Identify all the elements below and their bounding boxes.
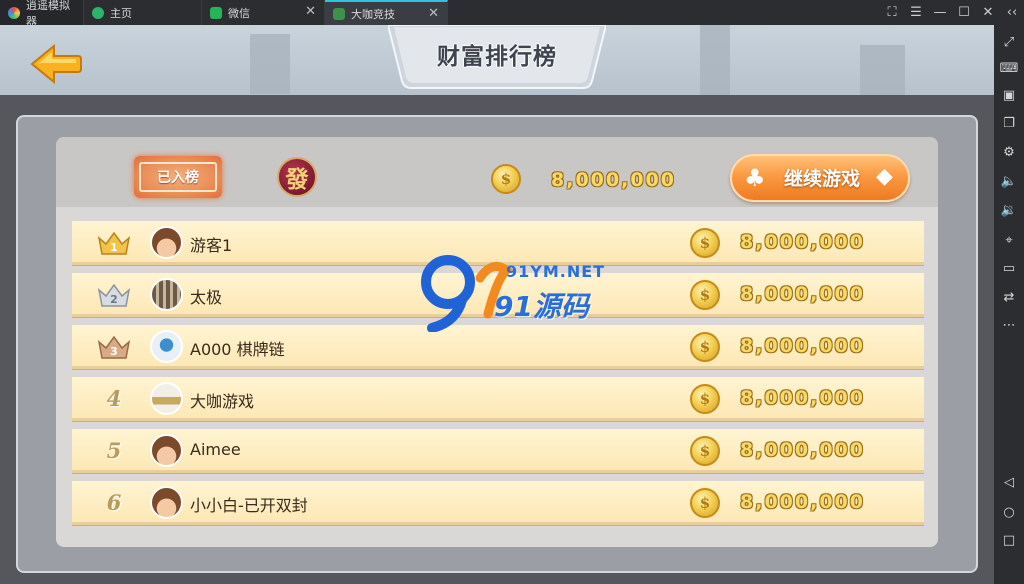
android-home-icon[interactable]: ○ — [994, 502, 1024, 522]
player-coins: 8,000,000 — [740, 439, 865, 461]
multi-window-icon[interactable]: ❐ — [994, 113, 1024, 133]
location-icon[interactable]: ⌖ — [994, 230, 1024, 250]
folder-icon[interactable]: ▭ — [994, 258, 1024, 278]
player-coins: 8,000,000 — [740, 491, 865, 513]
tab-game-label: 大咖竞技 — [351, 7, 395, 21]
watermark-url: 91YM.NET — [506, 262, 606, 281]
club-icon: ♣ — [744, 164, 766, 192]
coin-icon: $ — [690, 436, 720, 466]
skyline-building — [250, 34, 290, 94]
avatar — [150, 486, 183, 519]
player-name: Aimee — [190, 440, 241, 459]
skyline-building — [700, 25, 730, 95]
my-coin-amount: 8,000,000 — [551, 169, 676, 191]
joined-badge: 已入榜 — [134, 156, 222, 198]
maximize-icon[interactable]: ☐ — [952, 0, 976, 25]
skyline-building — [860, 45, 905, 95]
ranking-row[interactable]: 6 小小白-已开双封 $ 8,000,000 — [72, 481, 924, 525]
android-recents-icon[interactable]: □ — [994, 530, 1024, 550]
close-icon[interactable]: ✕ — [976, 0, 1000, 25]
tab-game[interactable]: 大咖竞技 ✕ — [325, 0, 448, 25]
tab-wechat[interactable]: 微信 ✕ — [202, 0, 325, 25]
player-coins: 8,000,000 — [740, 387, 865, 409]
fa-mahjong-icon: 發 — [277, 157, 317, 197]
ranking-row[interactable]: 4 大咖游戏 $ 8,000,000 — [72, 377, 924, 421]
coin-icon: $ — [690, 488, 720, 518]
gold-crown-icon: 1 — [97, 231, 131, 255]
bronze-crown-icon: 3 — [97, 335, 131, 359]
settings-icon[interactable]: ⚙ — [994, 142, 1024, 162]
expand-icon[interactable]: ⤢ — [994, 32, 1024, 52]
volume-up-icon[interactable]: 🔈 — [994, 171, 1024, 191]
emulator-logo-icon — [8, 6, 20, 19]
rank-number: 6 — [106, 490, 122, 515]
back-arrow-icon[interactable] — [30, 43, 82, 85]
coin-icon: $ — [690, 228, 720, 258]
keyboard-icon[interactable]: ⌨ — [994, 58, 1024, 78]
more-icon[interactable]: ⋯ — [994, 315, 1024, 335]
silver-crown-icon: 2 — [97, 283, 131, 307]
page-title: 财富排行榜 — [437, 44, 557, 70]
emulator-sidebar: ⤢ ⌨ ▣ ❐ ⚙ 🔈 🔉 ⌖ ▭ ⇄ ⋯ ◁ ○ □ — [994, 25, 1024, 584]
coin-icon: $ — [690, 332, 720, 362]
player-coins: 8,000,000 — [740, 283, 865, 305]
avatar — [150, 278, 183, 311]
rank-number: 4 — [106, 386, 122, 411]
tab-home-label: 主页 — [110, 6, 132, 20]
tab-wechat-label: 微信 — [228, 6, 250, 20]
game-app-icon — [333, 7, 345, 20]
sync-icon[interactable]: ⇄ — [994, 287, 1024, 307]
coin-icon: $ — [690, 384, 720, 414]
player-name: 大咖游戏 — [190, 392, 255, 411]
fullscreen-icon[interactable]: ⛶ — [880, 0, 904, 25]
player-name: 太极 — [190, 288, 223, 307]
app-title: 逍遥模拟器 — [0, 0, 84, 28]
close-tab-icon[interactable]: ✕ — [305, 4, 316, 19]
player-name: A000 棋牌链 — [190, 340, 285, 359]
rank-number: 3 — [110, 345, 118, 358]
volume-down-icon[interactable]: 🔉 — [994, 200, 1024, 220]
avatar — [150, 434, 183, 467]
rank-number: 5 — [106, 438, 122, 463]
avatar — [150, 330, 183, 363]
watermark-text: 91源码 — [494, 290, 589, 323]
player-coins: 8,000,000 — [740, 335, 865, 357]
joined-label: 已入榜 — [139, 162, 217, 192]
continue-game-label: 继续游戏 — [783, 168, 860, 190]
window-controls: ⛶ ☰ — ☐ ✕ ‹‹ — [880, 0, 1024, 25]
close-tab-icon[interactable]: ✕ — [428, 6, 439, 21]
player-coins: 8,000,000 — [740, 231, 865, 253]
tab-home[interactable]: 主页 — [84, 0, 202, 25]
avatar — [150, 382, 183, 415]
coin-icon: $ — [491, 164, 521, 194]
emulator-titlebar: 逍遥模拟器 主页 微信 ✕ 大咖竞技 ✕ ⛶ ☰ — ☐ ✕ ‹‹ — [0, 0, 1024, 28]
diamond-icon: ◆ — [876, 164, 893, 189]
android-back-icon[interactable]: ◁ — [994, 472, 1024, 492]
minimize-icon[interactable]: — — [928, 0, 952, 25]
coin-icon: $ — [690, 280, 720, 310]
avatar — [150, 226, 183, 259]
menu-icon[interactable]: ☰ — [904, 0, 928, 25]
home-icon — [92, 6, 104, 19]
apk-icon[interactable]: ▣ — [994, 85, 1024, 105]
ranking-row[interactable]: 5 Aimee $ 8,000,000 — [72, 429, 924, 473]
continue-game-button[interactable]: ♣ 继续游戏 ◆ — [730, 154, 910, 202]
wechat-icon — [210, 6, 222, 19]
player-name: 小小白-已开双封 — [190, 496, 308, 515]
rank-number: 1 — [110, 241, 118, 254]
player-name: 游客1 — [190, 236, 233, 255]
rank-number: 2 — [110, 293, 118, 306]
collapse-sidebar-icon[interactable]: ‹‹ — [1000, 0, 1024, 25]
